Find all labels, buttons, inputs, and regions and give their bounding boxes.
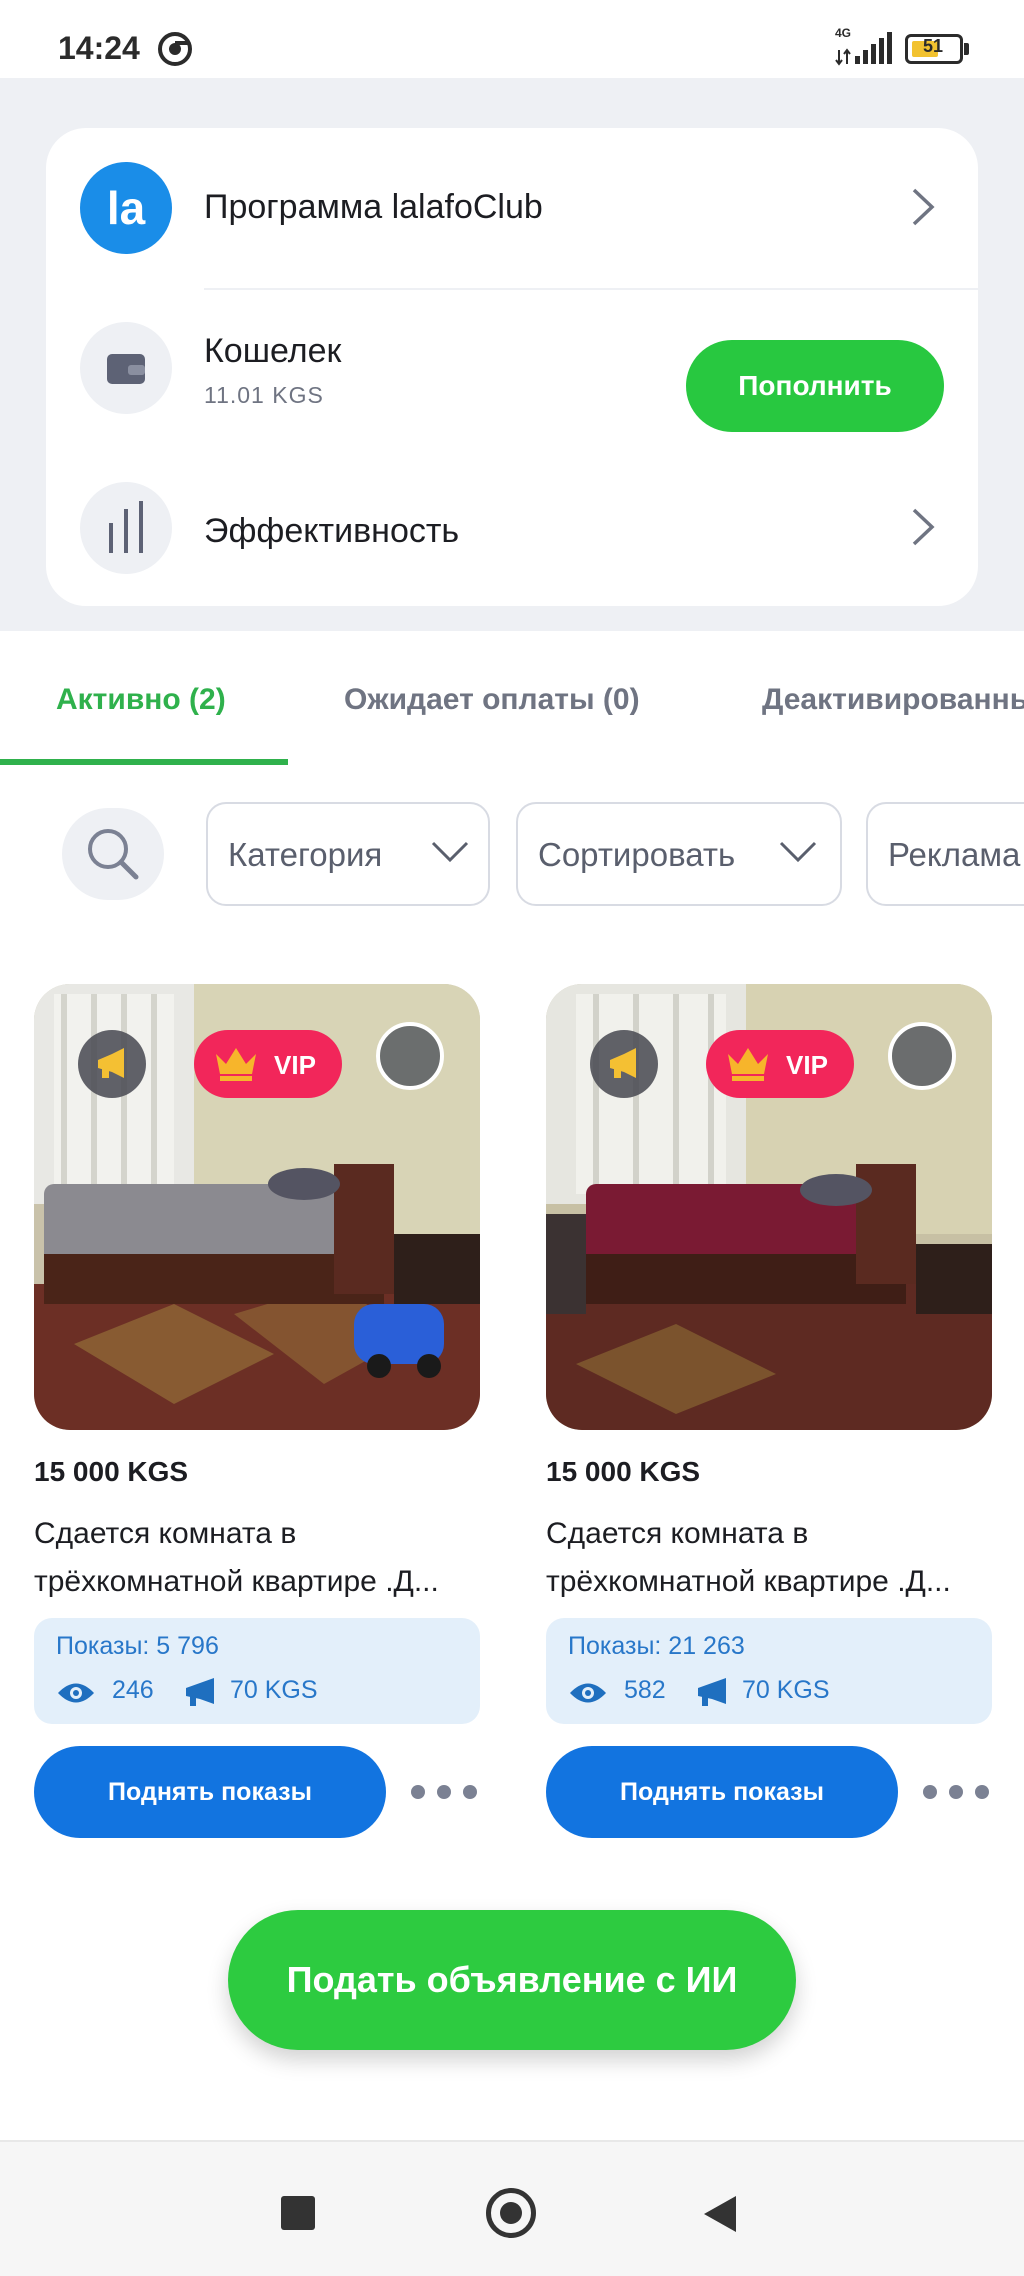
boost-views-button[interactable]: Поднять показы bbox=[34, 1746, 386, 1838]
more-options-icon[interactable] bbox=[408, 1774, 480, 1810]
home-icon[interactable] bbox=[486, 2188, 536, 2238]
signal-icon: 4G bbox=[835, 26, 895, 66]
listing-stats: Показы: 5 796 246 70 KGS bbox=[34, 1618, 480, 1724]
chevron-down-icon bbox=[431, 841, 469, 863]
vip-label: VIP bbox=[274, 1050, 316, 1080]
search-button[interactable] bbox=[62, 808, 164, 900]
battery-icon: 51 bbox=[905, 34, 969, 64]
lalafo-logo-text: la bbox=[106, 182, 146, 234]
ad-spend: 70 KGS bbox=[230, 1676, 318, 1704]
listing-title[interactable]: Сдается комната в трёхкомнатной квартире… bbox=[34, 1510, 480, 1606]
ads-filter[interactable]: Реклама bbox=[866, 802, 1024, 906]
vip-badge: VIP bbox=[194, 1030, 342, 1098]
more-options-icon[interactable] bbox=[920, 1774, 992, 1810]
listing-photo[interactable]: VIP bbox=[34, 984, 480, 1430]
chevron-right-icon bbox=[912, 188, 935, 226]
club-label: Программа lalafoClub bbox=[204, 188, 543, 226]
eye-icon bbox=[570, 1683, 606, 1703]
vip-badge: VIP bbox=[706, 1030, 854, 1098]
listing-price: 15 000 KGS bbox=[34, 1456, 189, 1487]
tab-awaiting-payment[interactable]: Ожидает оплаты (0) bbox=[344, 683, 640, 717]
efficiency-label: Эффективность bbox=[204, 512, 460, 550]
listing-tabs: Активно (2) Ожидает оплаты (0) Деактивир… bbox=[0, 631, 1024, 767]
crown-icon bbox=[216, 1048, 256, 1081]
sort-filter[interactable]: Сортировать bbox=[516, 802, 842, 906]
back-icon[interactable] bbox=[702, 2194, 738, 2234]
select-checkbox[interactable] bbox=[376, 1022, 444, 1090]
listing-photo[interactable]: VIP bbox=[546, 984, 992, 1430]
wallet-row: Кошелек 11.01 KGS Пополнить bbox=[46, 288, 978, 448]
views-count: 246 bbox=[112, 1676, 154, 1704]
tab-active[interactable]: Активно (2) bbox=[56, 683, 226, 717]
megaphone-icon bbox=[186, 1678, 214, 1706]
eye-icon bbox=[58, 1683, 94, 1703]
status-bar: 14:24 4G 51 bbox=[0, 0, 1024, 78]
tab-active-indicator bbox=[0, 759, 288, 765]
status-time: 14:24 bbox=[58, 30, 140, 66]
boost-views-button[interactable]: Поднять показы bbox=[546, 1746, 898, 1838]
listing-title[interactable]: Сдается комната в трёхкомнатной квартире… bbox=[546, 1510, 992, 1606]
post-ad-ai-button[interactable]: Подать объявление с ИИ bbox=[228, 1910, 796, 2050]
chevron-down-icon bbox=[779, 841, 817, 863]
wallet-label: Кошелек bbox=[204, 332, 342, 370]
wallet-balance: 11.01 KGS bbox=[204, 382, 324, 408]
impressions-count: Показы: 21 263 bbox=[568, 1632, 745, 1660]
chrome-icon bbox=[158, 32, 192, 66]
tab-deactivated[interactable]: Деактивированные bbox=[762, 683, 1024, 717]
topup-button[interactable]: Пополнить bbox=[686, 340, 944, 432]
search-icon bbox=[88, 829, 139, 880]
ads-filter-label: Реклама bbox=[888, 836, 1021, 873]
megaphone-icon bbox=[78, 1030, 146, 1098]
chevron-right-icon bbox=[912, 508, 935, 546]
lalafo-club-row[interactable]: la Программа lalafoClub bbox=[46, 128, 978, 288]
category-filter[interactable]: Категория bbox=[206, 802, 490, 906]
listing-stats: Показы: 21 263 582 70 KGS bbox=[546, 1618, 992, 1724]
account-card: la Программа lalafoClub Кошелек 11.01 KG… bbox=[46, 128, 978, 606]
category-filter-label: Категория bbox=[228, 836, 383, 873]
sort-filter-label: Сортировать bbox=[538, 836, 736, 873]
battery-level: 51 bbox=[922, 36, 944, 56]
select-checkbox[interactable] bbox=[888, 1022, 956, 1090]
vip-label: VIP bbox=[786, 1050, 828, 1080]
listing-price: 15 000 KGS bbox=[546, 1456, 701, 1487]
ad-spend: 70 KGS bbox=[742, 1676, 830, 1704]
megaphone-icon bbox=[698, 1678, 726, 1706]
wallet-icon bbox=[80, 322, 172, 414]
recent-apps-icon[interactable] bbox=[281, 2196, 315, 2230]
impressions-count: Показы: 5 796 bbox=[56, 1632, 219, 1660]
views-count: 582 bbox=[624, 1676, 666, 1704]
stats-bars-icon bbox=[80, 482, 172, 574]
lalafo-logo-icon: la bbox=[80, 162, 172, 254]
megaphone-icon bbox=[590, 1030, 658, 1098]
crown-icon bbox=[728, 1048, 768, 1081]
efficiency-row[interactable]: Эффективность bbox=[46, 448, 978, 608]
system-nav-bar bbox=[0, 2140, 1024, 2276]
